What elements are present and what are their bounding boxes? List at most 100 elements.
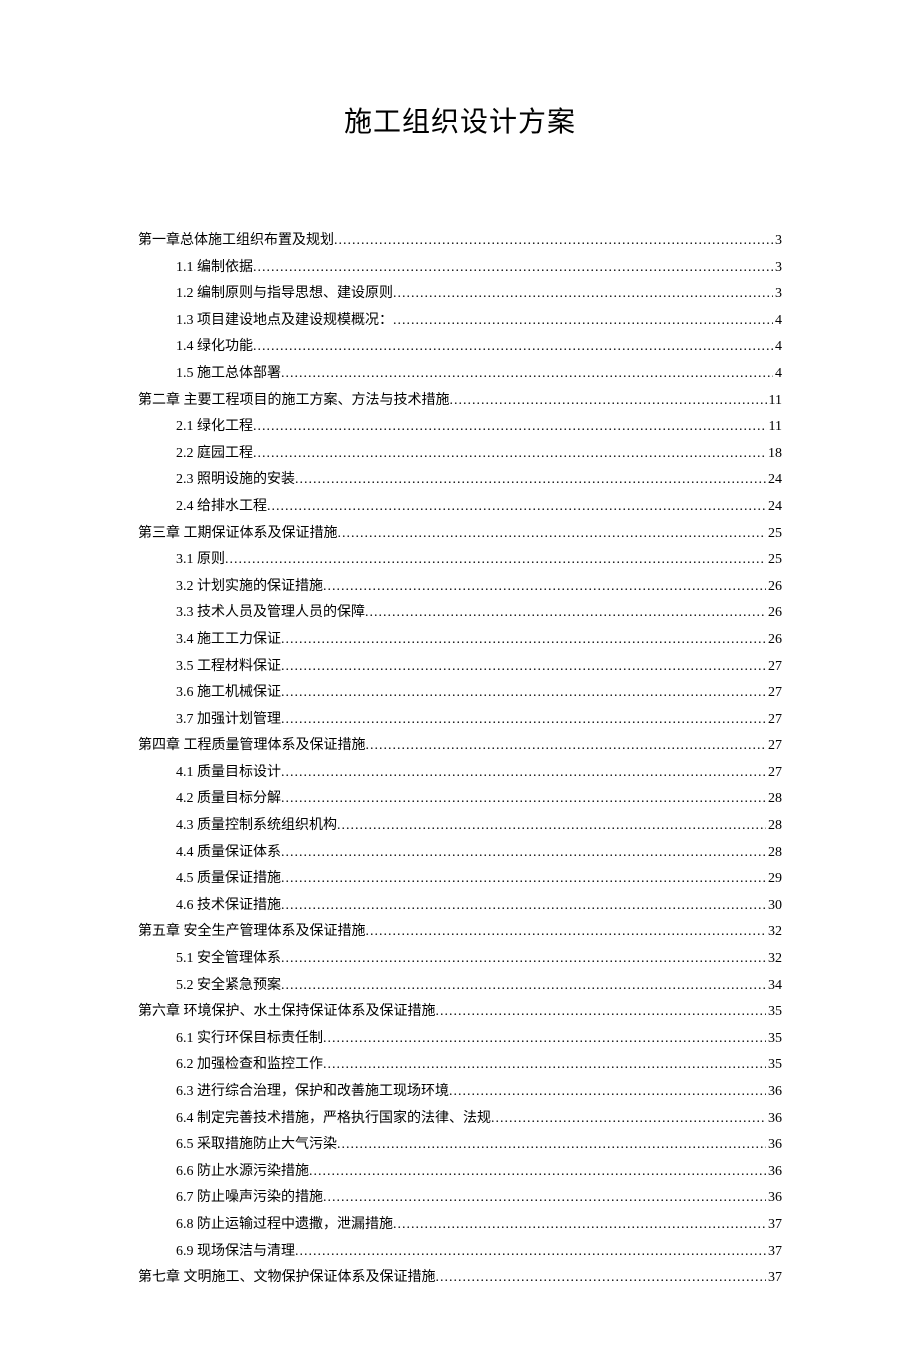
toc-entry-label: 3.5 工程材料保证 <box>176 654 281 681</box>
toc-entry-page: 35 <box>766 1052 782 1079</box>
toc-entry[interactable]: 3.6 施工机械保证27 <box>138 680 782 707</box>
toc-entry-label: 1.3 项目建设地点及建设规模概况： <box>176 308 393 335</box>
toc-entry-page: 25 <box>766 521 782 548</box>
toc-entry[interactable]: 6.4 制定完善技术措施，严格执行国家的法律、法规 36 <box>138 1106 782 1133</box>
toc-entry-page: 4 <box>773 361 782 388</box>
toc-entry[interactable]: 4.4 质量保证体系28 <box>138 840 782 867</box>
toc-entry-label: 4.5 质量保证措施 <box>176 866 281 893</box>
toc-entry-label: 第二章 主要工程项目的施工方案、方法与技术措施 <box>138 388 450 415</box>
toc-entry-page: 27 <box>766 760 782 787</box>
toc-entry-page: 3 <box>773 228 782 255</box>
toc-entry-page: 29 <box>766 866 782 893</box>
toc-entry[interactable]: 3.2 计划实施的保证措施26 <box>138 574 782 601</box>
toc-entry-page: 37 <box>766 1212 782 1239</box>
toc-entry[interactable]: 1.4 绿化功能 4 <box>138 334 782 361</box>
toc-entry[interactable]: 1.5 施工总体部署4 <box>138 361 782 388</box>
toc-entry[interactable]: 5.2 安全紧急预案34 <box>138 973 782 1000</box>
toc-entry[interactable]: 6.6 防止水源污染措施36 <box>138 1159 782 1186</box>
toc-entry-label: 6.4 制定完善技术措施，严格执行国家的法律、法规 <box>176 1106 491 1133</box>
toc-entry-page: 36 <box>766 1106 782 1133</box>
toc-entry[interactable]: 6.8 防止运输过程中遗撒，泄漏措施 37 <box>138 1212 782 1239</box>
toc-entry[interactable]: 6.2 加强检查和监控工作35 <box>138 1052 782 1079</box>
toc-entry-page: 4 <box>773 308 782 335</box>
toc-entry-page: 28 <box>766 813 782 840</box>
toc-leader-dots <box>281 973 766 1000</box>
toc-entry-page: 27 <box>766 680 782 707</box>
toc-entry[interactable]: 第六章 环境保护、水土保持保证体系及保证措施35 <box>138 999 782 1026</box>
toc-entry-page: 36 <box>766 1185 782 1212</box>
toc-entry[interactable]: 3.3 技术人员及管理人员的保障26 <box>138 600 782 627</box>
toc-entry[interactable]: 3.7 加强计划管理27 <box>138 707 782 734</box>
toc-entry[interactable]: 3.1 原则 25 <box>138 547 782 574</box>
toc-entry-label: 6.7 防止噪声污染的措施 <box>176 1185 323 1212</box>
toc-leader-dots <box>281 786 766 813</box>
toc-entry[interactable]: 6.3 进行综合治理，保护和改善施工现场环境 36 <box>138 1079 782 1106</box>
toc-entry[interactable]: 2.1 绿化工程11 <box>138 414 782 441</box>
toc-entry-label: 2.3 照明设施的安装 <box>176 467 295 494</box>
toc-entry-label: 3.2 计划实施的保证措施 <box>176 574 323 601</box>
toc-entry[interactable]: 6.9 现场保洁与清理37 <box>138 1239 782 1266</box>
toc-leader-dots <box>337 1132 766 1159</box>
toc-entry-label: 1.4 绿化功能 <box>176 334 253 361</box>
toc-leader-dots <box>295 467 766 494</box>
toc-entry-label: 5.1 安全管理体系 <box>176 946 281 973</box>
table-of-contents: 第一章总体施工组织布置及规划31.1 编制依据31.2 编制原则与指导思想、建设… <box>138 228 782 1292</box>
toc-entry-page: 26 <box>766 627 782 654</box>
toc-entry[interactable]: 1.3 项目建设地点及建设规模概况： 4 <box>138 308 782 335</box>
toc-entry-label: 第四章 工程质量管理体系及保证措施 <box>138 733 366 760</box>
toc-entry-label: 2.2 庭园工程 <box>176 441 253 468</box>
toc-entry[interactable]: 第一章总体施工组织布置及规划3 <box>138 228 782 255</box>
toc-entry[interactable]: 4.2 质量目标分解28 <box>138 786 782 813</box>
toc-leader-dots <box>281 707 766 734</box>
toc-leader-dots <box>253 255 773 282</box>
toc-entry-page: 32 <box>766 919 782 946</box>
toc-leader-dots <box>309 1159 766 1186</box>
toc-entry-label: 4.4 质量保证体系 <box>176 840 281 867</box>
toc-leader-dots <box>281 866 766 893</box>
toc-entry-page: 25 <box>766 547 782 574</box>
toc-entry[interactable]: 2.3 照明设施的安装 24 <box>138 467 782 494</box>
toc-entry-label: 第六章 环境保护、水土保持保证体系及保证措施 <box>138 999 436 1026</box>
toc-entry[interactable]: 4.5 质量保证措施 29 <box>138 866 782 893</box>
toc-entry[interactable]: 第四章 工程质量管理体系及保证措施27 <box>138 733 782 760</box>
toc-entry[interactable]: 6.1 实行环保目标责任制35 <box>138 1026 782 1053</box>
toc-leader-dots <box>281 627 766 654</box>
toc-entry[interactable]: 4.6 技术保证措施 30 <box>138 893 782 920</box>
toc-entry[interactable]: 第二章 主要工程项目的施工方案、方法与技术措施11 <box>138 388 782 415</box>
toc-entry-page: 32 <box>766 946 782 973</box>
toc-entry[interactable]: 6.5 采取措施防止大气污染36 <box>138 1132 782 1159</box>
toc-entry[interactable]: 1.1 编制依据3 <box>138 255 782 282</box>
toc-entry-page: 30 <box>766 893 782 920</box>
toc-entry-page: 36 <box>766 1132 782 1159</box>
toc-entry[interactable]: 第三章 工期保证体系及保证措施 25 <box>138 521 782 548</box>
toc-entry-label: 6.8 防止运输过程中遗撒，泄漏措施 <box>176 1212 393 1239</box>
toc-entry-page: 4 <box>773 334 782 361</box>
toc-entry-label: 第三章 工期保证体系及保证措施 <box>138 521 338 548</box>
toc-entry[interactable]: 3.5 工程材料保证27 <box>138 654 782 681</box>
toc-entry[interactable]: 第五章 安全生产管理体系及保证措施32 <box>138 919 782 946</box>
toc-entry-label: 6.3 进行综合治理，保护和改善施工现场环境 <box>176 1079 449 1106</box>
toc-entry[interactable]: 3.4 施工工力保证26 <box>138 627 782 654</box>
toc-entry[interactable]: 4.3 质量控制系统组织机构28 <box>138 813 782 840</box>
toc-entry[interactable]: 5.1 安全管理体系 32 <box>138 946 782 973</box>
toc-leader-dots <box>281 361 773 388</box>
toc-leader-dots <box>281 893 766 920</box>
toc-entry-label: 3.1 原则 <box>176 547 225 574</box>
toc-leader-dots <box>295 1239 766 1266</box>
toc-leader-dots <box>365 600 766 627</box>
toc-entry-page: 24 <box>766 467 782 494</box>
toc-entry-page: 28 <box>766 786 782 813</box>
toc-leader-dots <box>436 1265 767 1292</box>
toc-entry-label: 6.6 防止水源污染措施 <box>176 1159 309 1186</box>
toc-entry-page: 36 <box>766 1079 782 1106</box>
toc-entry-page: 24 <box>766 494 782 521</box>
toc-entry[interactable]: 1.2 编制原则与指导思想、建设原则3 <box>138 281 782 308</box>
toc-entry[interactable]: 4.1 质量目标设计27 <box>138 760 782 787</box>
toc-entry[interactable]: 2.4 给排水工程 24 <box>138 494 782 521</box>
toc-entry-label: 4.6 技术保证措施 <box>176 893 281 920</box>
toc-entry[interactable]: 2.2 庭园工程18 <box>138 441 782 468</box>
toc-entry[interactable]: 6.7 防止噪声污染的措施 36 <box>138 1185 782 1212</box>
toc-entry[interactable]: 第七章 文明施工、文物保护保证体系及保证措施37 <box>138 1265 782 1292</box>
toc-entry-label: 3.7 加强计划管理 <box>176 707 281 734</box>
toc-entry-label: 2.4 给排水工程 <box>176 494 267 521</box>
